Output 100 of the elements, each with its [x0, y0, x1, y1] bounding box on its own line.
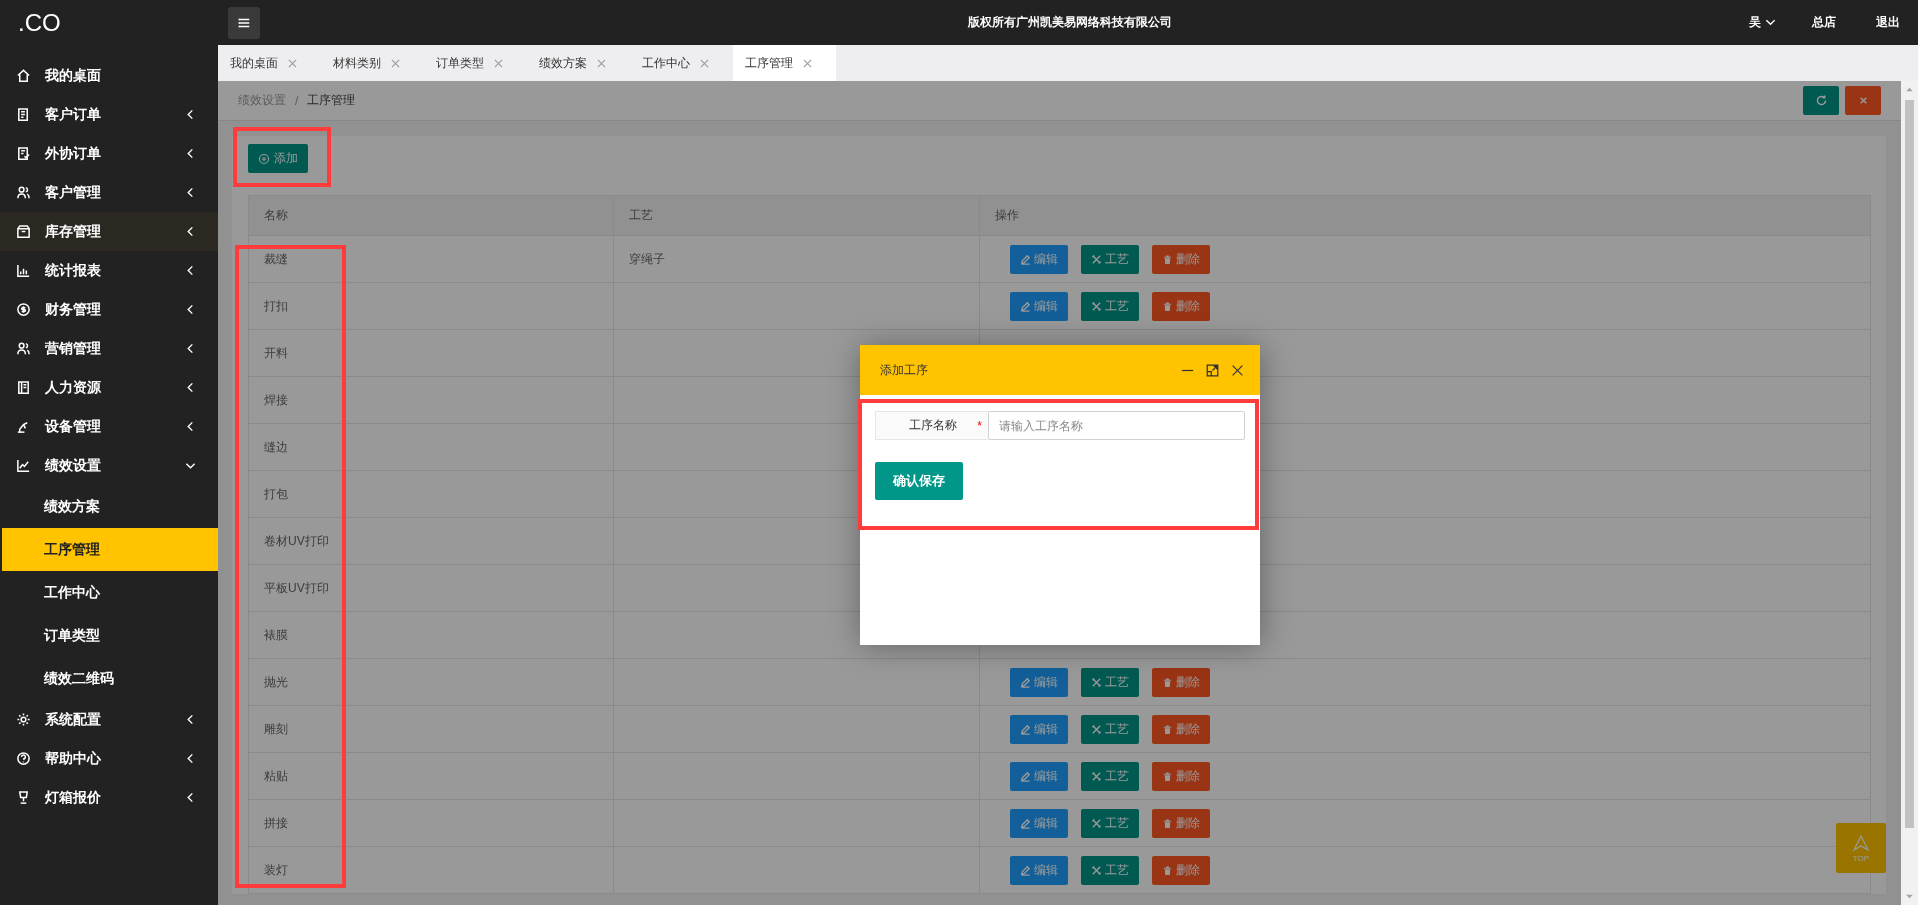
menu-button[interactable] [228, 6, 260, 39]
close-button[interactable] [1845, 86, 1881, 115]
sidebar-item[interactable]: 我的桌面 [0, 56, 218, 95]
sidebar-item[interactable]: 系统配置 [0, 700, 218, 739]
arrow-up-icon [1851, 833, 1871, 854]
pencil-icon [1020, 723, 1031, 735]
store-link[interactable]: 总店 [1812, 14, 1836, 31]
chevron-down-icon [1765, 17, 1776, 28]
gear-icon [16, 712, 31, 727]
column-header: 工艺 [629, 208, 653, 222]
save-button[interactable]: 确认保存 [875, 462, 963, 500]
scrollbar[interactable] [1901, 81, 1918, 905]
sidebar-item[interactable]: 帮助中心 [0, 739, 218, 778]
box-icon [16, 224, 31, 239]
table-cell: 裁缝 [264, 251, 288, 266]
maximize-icon[interactable] [1206, 363, 1219, 377]
table-cell: 打包 [264, 486, 288, 501]
logout-link[interactable]: 退出 [1876, 14, 1900, 31]
sidebar-item[interactable]: 外协订单 [0, 134, 218, 173]
sidebar-item[interactable]: 营销管理 [0, 329, 218, 368]
breadcrumb-current: 工序管理 [307, 92, 356, 109]
sidebar-item[interactable]: 人力资源 [0, 368, 218, 407]
scrollbar-thumb[interactable] [1905, 100, 1914, 828]
scroll-up-arrow-icon[interactable] [1905, 87, 1914, 92]
user-menu[interactable]: 吴 [1749, 14, 1776, 31]
pencil-icon [1020, 676, 1031, 688]
table-cell: 开料 [264, 345, 288, 360]
table-cell: 抛光 [264, 674, 288, 689]
tools-icon [1091, 817, 1102, 829]
dialog-title: 添加工序 [880, 361, 928, 379]
trash-icon [1162, 253, 1173, 265]
users-icon [16, 341, 31, 356]
pencil-icon [1020, 300, 1031, 312]
table-cell: 粘贴 [264, 768, 288, 783]
trash-icon [1162, 300, 1173, 312]
users-icon [16, 185, 31, 200]
refresh-icon [1814, 94, 1828, 107]
table-cell: 缝边 [264, 439, 288, 454]
tab[interactable]: 我的桌面 [218, 45, 321, 81]
tab[interactable]: 工作中心 [630, 45, 733, 81]
coin-icon [16, 302, 31, 317]
tab[interactable]: 工序管理 [733, 45, 836, 81]
trash-icon [1162, 864, 1173, 876]
help-icon [16, 751, 31, 766]
sidebar-item[interactable]: 灯箱报价 [0, 778, 218, 817]
column-header: 操作 [995, 208, 1019, 222]
field-label: 工序名称 [909, 417, 958, 434]
sidebar-item[interactable]: 设备管理 [0, 407, 218, 446]
sidebar-subitem[interactable]: 工作中心 [2, 571, 218, 614]
copyright-title: 版权所有广州凯美易网络科技有限公司 [966, 14, 1173, 31]
sidebar-item[interactable]: 客户订单 [0, 95, 218, 134]
sidebar-subitem[interactable]: 工序管理 [2, 528, 218, 571]
table-cell: 雕刻 [264, 721, 288, 736]
refresh-button[interactable] [1803, 86, 1839, 115]
tab[interactable]: 材料类别 [321, 45, 424, 81]
sidebar-subitem[interactable]: 绩效二维码 [2, 657, 218, 700]
breadcrumb-separator: / [295, 93, 299, 108]
sidebar-item[interactable]: 绩效设置 [0, 446, 218, 485]
tools-icon [1091, 864, 1102, 876]
pencil-icon [1020, 770, 1031, 782]
tools-icon [1091, 676, 1102, 688]
column-header: 名称 [264, 208, 288, 222]
tools-icon [1091, 723, 1102, 735]
sidebar-item[interactable]: 财务管理 [0, 290, 218, 329]
document-icon [16, 107, 31, 122]
table-cell: 装灯 [264, 862, 288, 877]
trash-icon [1162, 817, 1173, 829]
scroll-down-arrow-icon[interactable] [1905, 894, 1914, 899]
table-cell: 拼接 [264, 815, 288, 830]
table-cell: 裱膜 [264, 627, 288, 642]
sidebar-item[interactable]: 客户管理 [0, 173, 218, 212]
close-icon[interactable] [1231, 363, 1244, 377]
tab[interactable]: 绩效方案 [527, 45, 630, 81]
sidebar-subitem[interactable]: 绩效方案 [2, 485, 218, 528]
pencil-icon [1020, 253, 1031, 265]
table-cell: 焊接 [264, 392, 288, 407]
trash-icon [1162, 770, 1173, 782]
table-cell: 打扣 [264, 298, 288, 313]
trash-icon [1162, 676, 1173, 688]
table-cell: 平板UV打印 [264, 580, 329, 595]
tools-icon [1091, 300, 1102, 312]
table-cell: 穿绳子 [629, 251, 665, 266]
pencil-icon [1020, 817, 1031, 829]
trash-icon [1162, 723, 1173, 735]
sidebar-subitem[interactable]: 订单类型 [2, 614, 218, 657]
bar-chart-icon [16, 263, 31, 278]
lamp-icon [16, 790, 31, 805]
logo: .CO [17, 8, 61, 38]
home-icon [16, 68, 31, 83]
input-field[interactable]: 请输入工序名称 [988, 411, 1245, 440]
line-chart-icon [16, 458, 31, 473]
tools-icon [1091, 770, 1102, 782]
tab[interactable]: 订单类型 [424, 45, 527, 81]
table-cell: 卷材UV打印 [264, 533, 329, 548]
document-icon [16, 146, 31, 161]
tools-icon [1091, 253, 1102, 265]
book-icon [16, 380, 31, 395]
sidebar-item[interactable]: 统计报表 [0, 251, 218, 290]
required-mark: * [977, 418, 982, 433]
pencil-icon [1020, 864, 1031, 876]
